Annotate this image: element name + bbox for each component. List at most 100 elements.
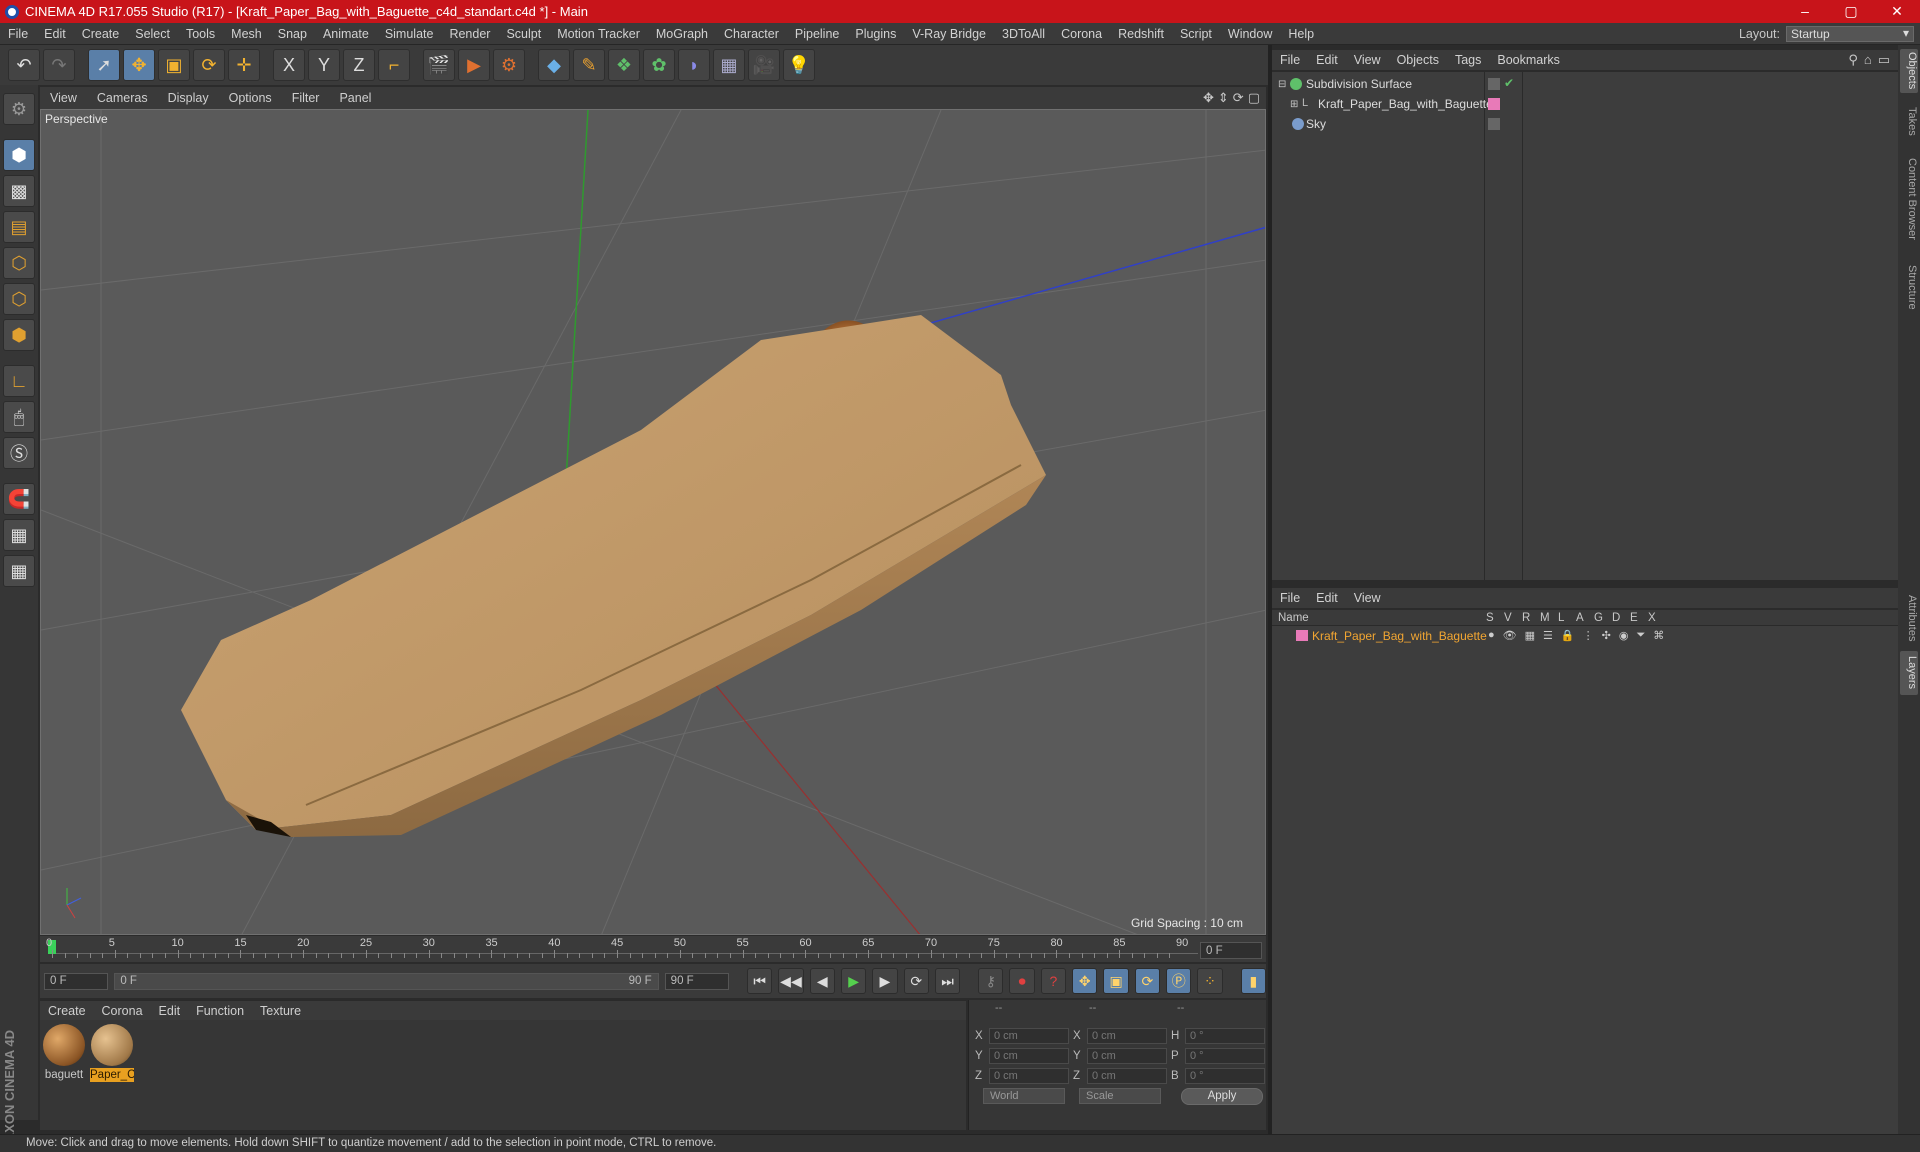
coordinate-mode-dropdown[interactable]: World <box>983 1088 1065 1104</box>
menu-pipeline[interactable]: Pipeline <box>787 27 847 41</box>
mograph-icon[interactable]: ✿ <box>643 49 675 81</box>
menu-mesh[interactable]: Mesh <box>223 27 270 41</box>
next-frame-icon[interactable]: ▶ <box>872 968 898 994</box>
redo-icon[interactable]: ↷ <box>43 49 75 81</box>
menu-create[interactable]: Create <box>74 27 128 41</box>
menu-vray-bridge[interactable]: V-Ray Bridge <box>904 27 994 41</box>
layer-color-swatch[interactable] <box>1296 630 1308 641</box>
axis-mode-icon[interactable]: ∟ <box>3 365 35 397</box>
key-param-icon[interactable]: Ⓟ <box>1166 968 1192 994</box>
new-window-icon[interactable]: ▭ <box>1878 52 1890 68</box>
tab-attributes[interactable]: Attributes <box>1900 585 1918 651</box>
object-menu-file[interactable]: File <box>1272 53 1308 67</box>
apply-button[interactable]: Apply <box>1181 1088 1263 1105</box>
layer-color-icon[interactable] <box>1488 98 1500 110</box>
perspective-viewport[interactable]: Perspective Grid Spacing : 10 cm <box>40 109 1266 935</box>
size-y-field[interactable]: 0 cm <box>1087 1048 1167 1064</box>
layer-menu-file[interactable]: File <box>1272 591 1308 605</box>
next-key-icon[interactable]: ⟳ <box>903 968 929 994</box>
menu-sculpt[interactable]: Sculpt <box>498 27 549 41</box>
material-baguett[interactable]: baguett <box>42 1024 86 1082</box>
prev-frame-icon[interactable]: ◀ <box>809 968 835 994</box>
make-editable-icon[interactable]: ⚙ <box>3 93 35 125</box>
menu-plugins[interactable]: Plugins <box>847 27 904 41</box>
object-row-kraft-bag[interactable]: ⊞ L Kraft_Paper_Bag_with_Baguette <box>1272 94 1898 114</box>
tab-structure[interactable]: Structure <box>1900 259 1918 315</box>
menu-help[interactable]: Help <box>1280 27 1322 41</box>
layout-dropdown[interactable]: Startup <box>1786 25 1914 42</box>
current-frame-field[interactable]: 0 F <box>1200 942 1262 959</box>
goto-start-icon[interactable]: ⏮ <box>746 968 773 994</box>
material-menu-edit[interactable]: Edit <box>151 1004 189 1018</box>
viewport-menu-display[interactable]: Display <box>158 91 219 105</box>
key-position-icon[interactable]: ✥ <box>1072 968 1098 994</box>
object-menu-edit[interactable]: Edit <box>1308 53 1346 67</box>
frame-range-slider[interactable]: 0 F 90 F <box>114 972 659 990</box>
menu-window[interactable]: Window <box>1220 27 1280 41</box>
editor-visibility-icon[interactable] <box>1488 118 1500 130</box>
size-mode-dropdown[interactable]: Scale <box>1079 1088 1161 1104</box>
end-frame-field[interactable]: 90 F <box>664 972 729 990</box>
edit-render-settings-icon[interactable]: ⚙ <box>493 49 525 81</box>
menu-script[interactable]: Script <box>1172 27 1220 41</box>
material-menu-create[interactable]: Create <box>40 1004 94 1018</box>
render-icon[interactable]: ▦ <box>1525 629 1535 642</box>
floor-icon[interactable]: ▦ <box>713 49 745 81</box>
goto-end-icon[interactable]: ⏭ <box>934 968 961 994</box>
light-icon[interactable]: 💡 <box>783 49 815 81</box>
rotation-b-field[interactable]: 0 ° <box>1185 1068 1265 1084</box>
record-icon[interactable]: ⏺ <box>1009 968 1035 994</box>
rotate-view-icon[interactable]: ⟳ <box>1233 90 1244 106</box>
snap-icon[interactable]: 🧲 <box>3 483 35 515</box>
close-button[interactable]: ✕ <box>1874 3 1920 20</box>
menu-file[interactable]: File <box>0 27 36 41</box>
timeline-ruler[interactable]: 0 5 10 15 20 25 30 35 40 45 50 55 60 65 70 75 80 85 90 0 F <box>40 936 1266 962</box>
render-view-icon[interactable]: 🎬 <box>423 49 455 81</box>
generator-icon[interactable]: ✣ <box>1602 629 1611 642</box>
menu-redshift[interactable]: Redshift <box>1110 27 1172 41</box>
menu-mograph[interactable]: MoGraph <box>648 27 716 41</box>
menu-3dtoall[interactable]: 3DToAll <box>994 27 1053 41</box>
tab-takes[interactable]: Takes <box>1900 103 1918 139</box>
material-menu-texture[interactable]: Texture <box>252 1004 309 1018</box>
expression-icon[interactable]: ⏷ <box>1636 629 1645 642</box>
rotation-p-field[interactable]: 0 ° <box>1185 1048 1265 1064</box>
key-scale-icon[interactable]: ▣ <box>1103 968 1129 994</box>
grid-lock-icon[interactable]: ▦ <box>3 519 35 551</box>
xref-icon[interactable]: ⌘ <box>1653 629 1664 642</box>
maximize-button[interactable]: ▢ <box>1828 3 1874 20</box>
subdivision-icon[interactable]: ❖ <box>608 49 640 81</box>
object-menu-view[interactable]: View <box>1346 53 1389 67</box>
polygon-mode-icon[interactable]: ⬢ <box>3 319 35 351</box>
live-select-icon[interactable]: ✛ <box>228 49 260 81</box>
tab-content-browser[interactable]: Content Browser <box>1900 149 1918 249</box>
zoom-view-icon[interactable]: ⇕ <box>1218 90 1229 106</box>
viewport-menu-cameras[interactable]: Cameras <box>87 91 158 105</box>
menu-tools[interactable]: Tools <box>178 27 223 41</box>
position-z-field[interactable]: 0 cm <box>989 1068 1069 1084</box>
undo-icon[interactable]: ↶ <box>8 49 40 81</box>
object-row-sky[interactable]: Sky <box>1272 114 1898 134</box>
camera-icon[interactable]: 🎥 <box>748 49 780 81</box>
tab-objects[interactable]: Objects <box>1900 49 1918 93</box>
material-menu-corona[interactable]: Corona <box>94 1004 151 1018</box>
menu-simulate[interactable]: Simulate <box>377 27 442 41</box>
texture-mode-icon[interactable]: ▩ <box>3 175 35 207</box>
object-menu-bookmarks[interactable]: Bookmarks <box>1489 53 1568 67</box>
solo-icon[interactable]: ● <box>1488 629 1495 642</box>
rotate-icon[interactable]: ⟳ <box>193 49 225 81</box>
viewport-menu-panel[interactable]: Panel <box>329 91 381 105</box>
size-x-field[interactable]: 0 cm <box>1087 1028 1167 1044</box>
menu-motion-tracker[interactable]: Motion Tracker <box>549 27 648 41</box>
workplane-mode-icon[interactable]: ▤ <box>3 211 35 243</box>
manager-icon[interactable]: ☰ <box>1543 629 1553 642</box>
cube-icon[interactable]: ◆ <box>538 49 570 81</box>
menu-snap[interactable]: Snap <box>270 27 315 41</box>
view-icon[interactable]: 👁 <box>1503 629 1517 642</box>
object-menu-tags[interactable]: Tags <box>1447 53 1489 67</box>
material-paper[interactable]: Paper_C <box>90 1024 134 1082</box>
position-x-field[interactable]: 0 cm <box>989 1028 1069 1044</box>
grid-snap-icon[interactable]: ▦ <box>3 555 35 587</box>
menu-animate[interactable]: Animate <box>315 27 377 41</box>
tweak-mode-icon[interactable]: 🖱 <box>3 401 35 433</box>
